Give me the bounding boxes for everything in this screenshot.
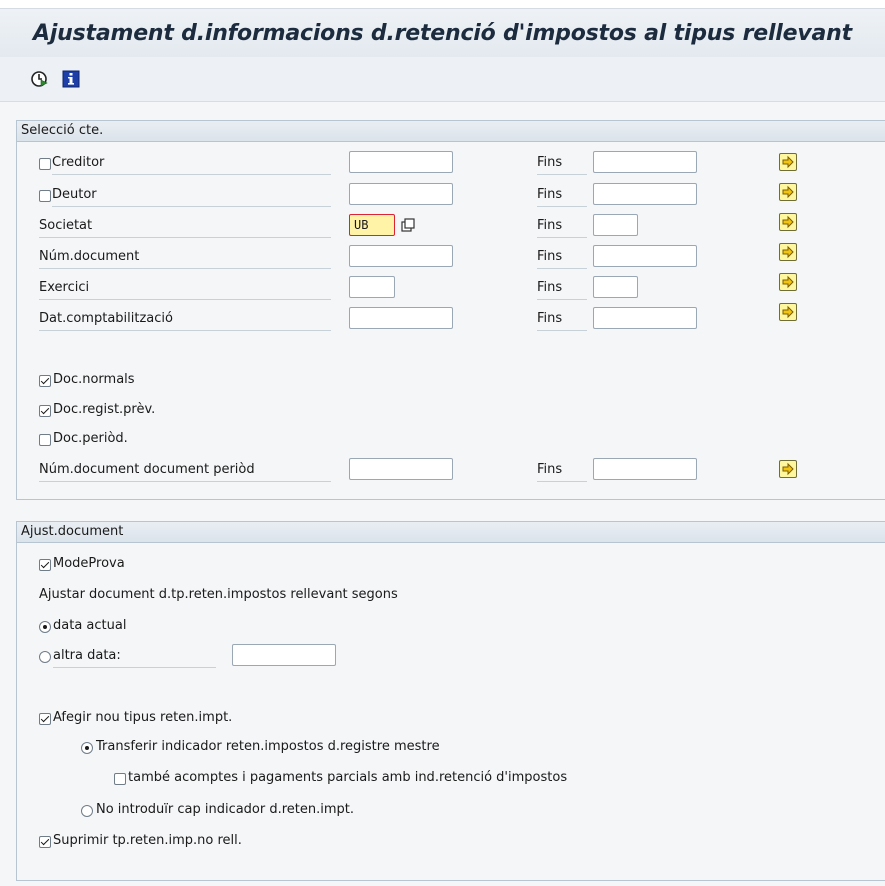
num-document-to-input[interactable] [593,245,697,267]
creditor-label: Creditor [52,152,331,175]
transfer-indicator-radio[interactable] [81,742,93,754]
data-comptabilitzacio-label: Dat.comptabilització [39,308,331,331]
societat-multiple-selection-button[interactable] [779,213,797,231]
also-partial-payments-label: també acomptes i pagaments parcials amb … [128,770,568,785]
num-document-multiple-selection-button[interactable] [779,243,797,261]
periodic-document-to-label: Fins [537,459,587,482]
societat-to-input[interactable] [593,214,638,236]
doc-normals-label: Doc.normals [53,372,135,387]
deutor-from-input[interactable] [349,183,453,205]
altra-data-input[interactable] [232,644,336,666]
matchcode-icon[interactable] [401,218,415,232]
num-document-to-label: Fins [537,246,587,269]
arrow-right-icon [782,185,794,199]
no-indicator-label: No introduïr cap indicador d.reten.impt. [96,802,355,817]
periodic-document-label: Núm.document document periòd [39,459,331,482]
adjust-document-group-header: Ajust.document [17,522,885,543]
deutor-to-input[interactable] [593,183,697,205]
exercici-label: Exercici [39,277,331,300]
num-document-label: Núm.document [39,246,331,269]
data-comptabilitzacio-to-input[interactable] [593,307,697,329]
add-new-type-checkbox[interactable] [39,713,51,725]
also-partial-payments-checkbox[interactable] [114,773,126,785]
exercici-to-label: Fins [537,277,587,300]
societat-to-label: Fins [537,215,587,238]
periodic-document-multiple-selection-button[interactable] [779,460,797,478]
doc-regist-prev-label: Doc.regist.prèv. [53,402,156,417]
societat-label: Societat [39,215,331,238]
data-comptabilitzacio-multiple-selection-button[interactable] [779,303,797,321]
exercici-to-input[interactable] [593,276,638,298]
arrow-right-icon [782,305,794,319]
doc-period-checkbox[interactable] [39,434,51,446]
data-comptabilitzacio-to-label: Fins [537,308,587,331]
adjust-document-group: Ajust.document [16,521,885,881]
delete-non-relevant-checkbox[interactable] [39,836,51,848]
data-actual-radio[interactable] [39,621,51,633]
arrow-right-icon [782,275,794,289]
creditor-to-input[interactable] [593,151,697,173]
execute-clock-icon[interactable] [30,70,48,88]
application-toolbar [0,57,885,102]
arrow-right-icon [782,155,794,169]
creditor-to-label: Fins [537,152,587,175]
mode-prova-label: ModeProva [53,556,125,571]
doc-normals-checkbox[interactable] [39,375,51,387]
arrow-right-icon [782,215,794,229]
exercici-from-input[interactable] [349,276,395,298]
doc-period-label: Doc.periòd. [53,431,128,446]
creditor-multiple-selection-button[interactable] [779,153,797,171]
deutor-label: Deutor [52,184,331,207]
information-icon[interactable] [62,70,80,88]
arrow-right-icon [782,245,794,259]
arrow-right-icon [782,462,794,476]
altra-data-label: altra data: [53,645,216,668]
data-comptabilitzacio-from-input[interactable] [349,307,453,329]
doc-regist-prev-checkbox[interactable] [39,405,51,417]
delete-non-relevant-label: Suprimir tp.reten.imp.no rell. [53,833,242,848]
periodic-document-to-input[interactable] [593,458,697,480]
no-indicator-radio[interactable] [81,805,93,817]
num-document-from-input[interactable] [349,245,453,267]
transfer-indicator-label: Transferir indicador reten.impostos d.re… [96,739,440,754]
deutor-checkbox[interactable] [39,190,51,202]
deutor-multiple-selection-button[interactable] [779,183,797,201]
societat-from-input[interactable]: UB [349,214,395,236]
data-actual-label: data actual [53,618,127,633]
mode-prova-checkbox[interactable] [39,559,51,571]
adjust-instruction-text: Ajustar document d.tp.reten.impostos rel… [39,587,398,602]
periodic-document-from-input[interactable] [349,458,453,480]
creditor-checkbox[interactable] [39,158,51,170]
creditor-from-input[interactable] [349,151,453,173]
title-bar: Ajustament d.informacions d.retenció d'i… [0,8,885,58]
altra-data-radio[interactable] [39,651,51,663]
exercici-multiple-selection-button[interactable] [779,273,797,291]
add-new-type-label: Afegir nou tipus reten.impt. [53,710,233,725]
page-title: Ajustament d.informacions d.retenció d'i… [33,21,852,46]
deutor-to-label: Fins [537,184,587,207]
selection-group-header: Selecció cte. [17,121,885,142]
